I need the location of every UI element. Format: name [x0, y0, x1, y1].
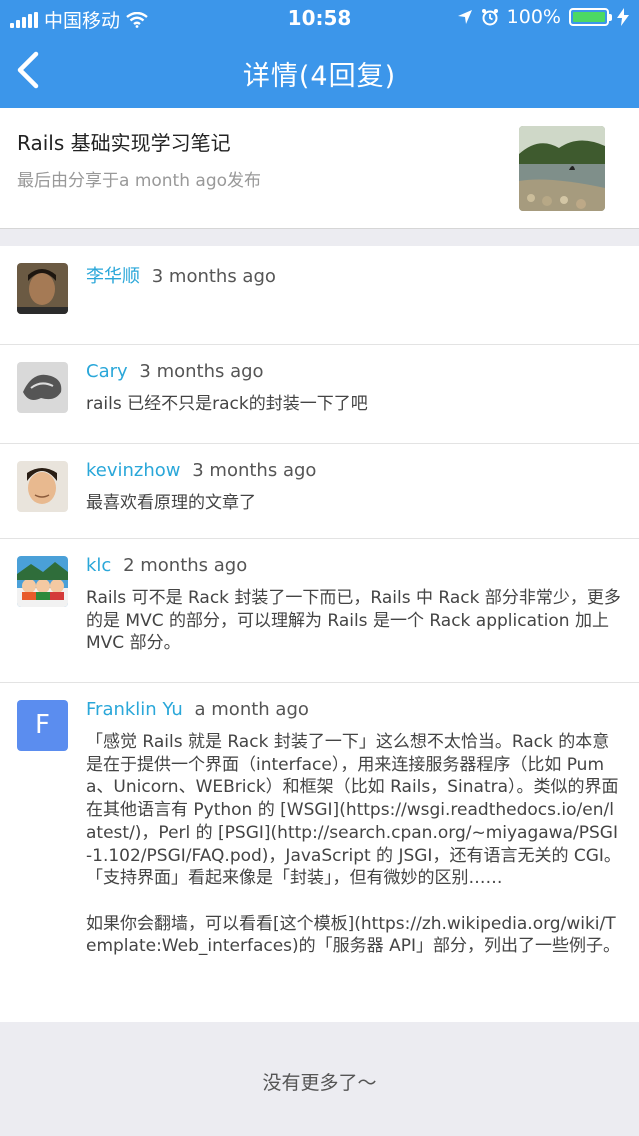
avatar[interactable]	[17, 362, 68, 413]
status-right: 100%	[457, 6, 629, 28]
avatar-letter: F	[35, 710, 50, 740]
reply-header: Cary 3 months ago	[86, 361, 264, 382]
topic-header[interactable]: Rails 基础实现学习笔记 最后由分享于a month ago发布	[0, 108, 639, 229]
alarm-icon	[481, 9, 498, 26]
cartoon-avatar	[17, 556, 68, 607]
reply-header: Franklin Yu a month ago	[86, 699, 309, 720]
sketch-avatar	[17, 362, 68, 413]
location-arrow-icon	[457, 10, 472, 24]
charging-icon	[617, 8, 629, 26]
reply-author[interactable]: kevinzhow	[86, 460, 181, 481]
user-photo-avatar	[17, 263, 68, 314]
page-title: 详情(4回复)	[242, 61, 397, 92]
avatar[interactable]	[17, 263, 68, 314]
reply-item[interactable]: F Franklin Yu a month ago 「感觉 Rails 就是 R…	[0, 683, 639, 1022]
status-bar: 中国移动 10:58 100%	[0, 0, 639, 36]
reply-time: 2 months ago	[123, 555, 248, 576]
topic-meta: 最后由分享于a month ago发布	[17, 171, 262, 191]
reply-body: Rails 可不是 Rack 封装了一下而已，Rails 中 Rack 部分非常…	[86, 588, 621, 654]
topic-title: Rails 基础实现学习笔记	[17, 131, 231, 155]
top-bar: 中国移动 10:58 100% 详情(4回复)	[0, 0, 639, 108]
reply-item[interactable]: klc 2 months ago Rails 可不是 Rack 封装了一下而已，…	[0, 539, 639, 683]
avatar[interactable]: F	[17, 700, 68, 751]
reply-header: kevinzhow 3 months ago	[86, 460, 316, 481]
reply-time: 3 months ago	[192, 460, 317, 481]
battery-icon	[569, 8, 612, 26]
reply-body: rails 已经不只是rack的封装一下了吧	[86, 394, 368, 414]
nav-bar: 详情(4回复)	[0, 36, 639, 108]
reply-body: 「感觉 Rails 就是 Rack 封装了一下」这么想不太恰当。Rack 的本意…	[86, 732, 621, 957]
avatar[interactable]	[17, 461, 68, 512]
reply-header: klc 2 months ago	[86, 555, 247, 576]
reply-author[interactable]: klc	[86, 555, 111, 576]
reply-author[interactable]: Franklin Yu	[86, 699, 183, 720]
reply-body: 最喜欢看原理的文章了	[86, 493, 256, 513]
topic-thumbnail[interactable]	[519, 126, 605, 211]
battery-percent: 100%	[506, 6, 561, 28]
reply-item[interactable]: kevinzhow 3 months ago 最喜欢看原理的文章了	[0, 444, 639, 539]
reply-time: 3 months ago	[139, 361, 264, 382]
avatar[interactable]	[17, 556, 68, 607]
lake-photo-image	[519, 126, 605, 211]
reply-item[interactable]: Cary 3 months ago rails 已经不只是rack的封装一下了吧	[0, 345, 639, 444]
reply-header: 李华顺 3 months ago	[86, 262, 276, 288]
reply-author[interactable]: Cary	[86, 361, 128, 382]
reply-list: 李华顺 3 months ago Cary 3 months ago rails…	[0, 246, 639, 1022]
reply-author[interactable]: 李华顺	[86, 266, 140, 287]
reply-time: a month ago	[194, 699, 309, 720]
user-photo-avatar	[17, 461, 68, 512]
reply-time: 3 months ago	[151, 266, 276, 287]
no-more-label: 没有更多了～	[262, 1072, 377, 1094]
reply-item[interactable]: 李华顺 3 months ago	[0, 246, 639, 345]
